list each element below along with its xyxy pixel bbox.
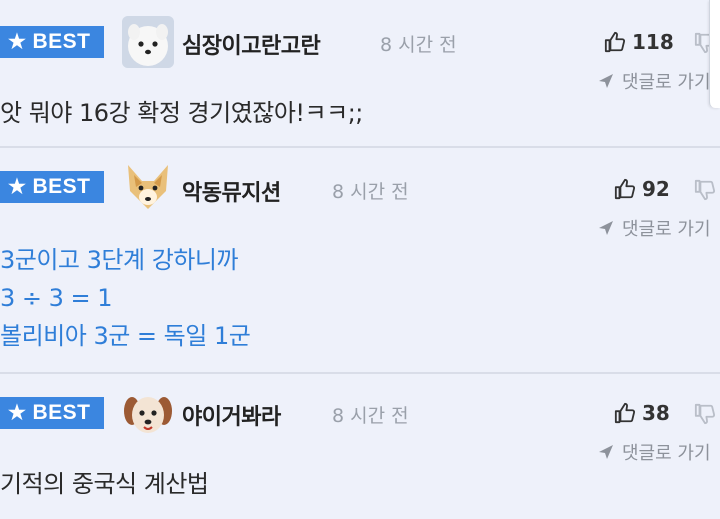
comment-line: 3 ÷ 3 = 1 — [0, 284, 113, 312]
comment-body: 3군이고 3단계 강하니까 3 ÷ 3 = 1 볼리비아 3군 = 독일 1군 — [0, 241, 251, 355]
puppy-avatar — [122, 387, 174, 439]
star-icon: ★ — [8, 176, 27, 198]
best-badge-label: BEST — [32, 401, 91, 424]
comment-body: 기적의 중국식 계산법 — [0, 465, 209, 503]
nickname[interactable]: 야이거봐라 — [182, 399, 281, 431]
white-dog-avatar — [122, 16, 174, 68]
fox-avatar — [122, 161, 174, 213]
comment-line: 볼리비아 3군 = 독일 1군 — [0, 322, 251, 350]
comment-line: 앗 뭐야 16강 확정 경기였잖아!ㅋㅋ;; — [0, 99, 363, 127]
reply-link-label: 댓글로 가기 — [622, 443, 711, 464]
like-button[interactable]: 118 — [604, 30, 674, 54]
reply-link[interactable]: 댓글로 가기 — [598, 439, 711, 465]
thumbs-up-icon — [604, 31, 626, 53]
reply-link[interactable]: 댓글로 가기 — [598, 68, 711, 94]
send-arrow-icon — [599, 74, 613, 88]
avatar[interactable] — [122, 161, 174, 213]
like-count: 92 — [642, 177, 670, 201]
timestamp: 8 시간 전 — [380, 34, 457, 56]
comment-body: 앗 뭐야 16강 확정 경기였잖아!ㅋㅋ;; — [0, 94, 363, 132]
comment-line: 3군이고 3단계 강하니까 — [0, 246, 239, 274]
comment-item: ★ BEST 악동뮤지션 8 시간 전 92 댓글로 가기 3군이고 3단계 강… — [0, 147, 720, 373]
best-badge: ★ BEST — [0, 171, 104, 203]
send-arrow-icon — [599, 221, 613, 235]
thumbs-down-icon[interactable] — [694, 179, 716, 201]
nickname[interactable]: 악동뮤지션 — [182, 175, 281, 207]
best-badge-label: BEST — [32, 175, 91, 198]
like-count: 38 — [642, 401, 670, 425]
thumbs-up-icon — [614, 402, 636, 424]
send-arrow-icon — [599, 445, 613, 459]
best-badge-label: BEST — [32, 30, 91, 53]
best-badge: ★ BEST — [0, 26, 104, 58]
like-count: 118 — [632, 30, 674, 54]
reply-link-label: 댓글로 가기 — [622, 219, 711, 240]
like-button[interactable]: 38 — [614, 401, 670, 425]
avatar[interactable] — [122, 16, 174, 68]
like-button[interactable]: 92 — [614, 177, 670, 201]
thumbs-up-icon — [614, 178, 636, 200]
best-badge: ★ BEST — [0, 397, 104, 429]
timestamp: 8 시간 전 — [332, 181, 409, 203]
timestamp: 8 시간 전 — [332, 405, 409, 427]
comment-line: 기적의 중국식 계산법 — [0, 470, 209, 498]
nickname[interactable]: 심장이고란고란 — [182, 28, 321, 60]
reply-link-label: 댓글로 가기 — [622, 72, 711, 93]
star-icon: ★ — [8, 402, 27, 424]
reply-link[interactable]: 댓글로 가기 — [598, 215, 711, 241]
avatar[interactable] — [122, 387, 174, 439]
star-icon: ★ — [8, 31, 27, 53]
comment-item: ★ BEST 심장이고란고란 8 시간 전 118 댓글로 가기 앗 뭐야 16… — [0, 0, 720, 147]
scroll-handle[interactable] — [709, 0, 720, 108]
thumbs-down-icon[interactable] — [694, 403, 716, 425]
comment-item: ★ BEST 야이거봐라 8 시간 전 38 댓글로 가기 기적의 중국식 계산… — [0, 373, 720, 519]
